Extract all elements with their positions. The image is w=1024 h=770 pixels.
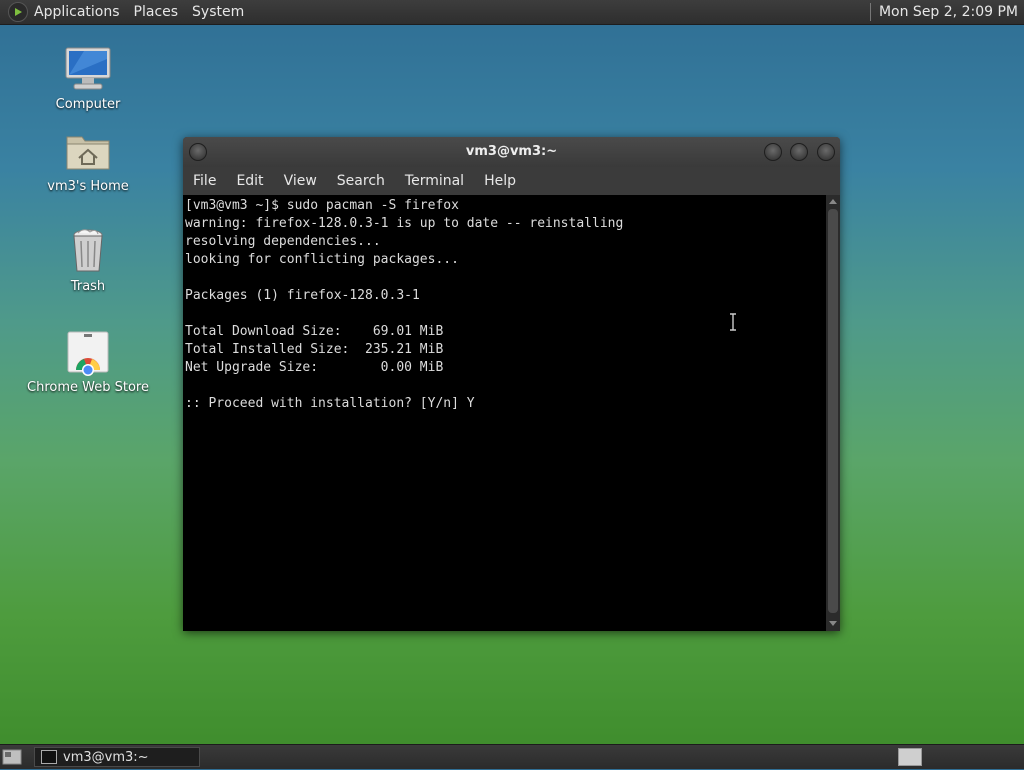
show-desktop-icon[interactable] (2, 748, 22, 766)
terminal-window[interactable]: vm3@vm3:~ File Edit View Search Terminal… (183, 137, 840, 631)
menu-applications[interactable]: Applications (34, 4, 128, 20)
menu-file[interactable]: File (183, 173, 226, 189)
close-button[interactable] (817, 143, 835, 161)
scroll-up-icon[interactable] (829, 199, 837, 204)
terminal-line: resolving dependencies... (185, 234, 381, 249)
menu-terminal[interactable]: Terminal (395, 173, 474, 189)
terminal-line: looking for conflicting packages... (185, 252, 459, 267)
text-cursor-icon (729, 313, 737, 331)
desktop-icon-computer[interactable]: Computer (23, 45, 153, 112)
clock[interactable]: Mon Sep 2, 2:09 PM (879, 4, 1024, 20)
terminal-line: Total Download Size: 69.01 MiB (185, 324, 444, 339)
menu-system[interactable]: System (186, 4, 252, 20)
desktop-icon-trash[interactable]: Trash (23, 227, 153, 294)
top-panel: Applications Places System Mon Sep 2, 2:… (0, 0, 1024, 25)
maximize-button[interactable] (790, 143, 808, 161)
menu-search[interactable]: Search (327, 173, 395, 189)
minimize-button[interactable] (764, 143, 782, 161)
terminal-line: [vm3@vm3 ~]$ sudo pacman -S firefox (185, 198, 459, 213)
home-folder-icon (64, 127, 112, 175)
terminal-output[interactable]: [vm3@vm3 ~]$ sudo pacman -S firefox warn… (183, 195, 826, 631)
trash-icon (64, 227, 112, 275)
computer-icon (64, 45, 112, 93)
menu-help[interactable]: Help (474, 173, 526, 189)
desktop-icon-label: Chrome Web Store (27, 380, 149, 395)
terminal-scrollbar[interactable] (826, 195, 840, 631)
menu-view[interactable]: View (274, 173, 327, 189)
terminal-line: warning: firefox-128.0.3-1 is up to date… (185, 216, 624, 231)
terminal-menubar: File Edit View Search Terminal Help (183, 167, 840, 195)
desktop-icon-chrome-web-store[interactable]: Chrome Web Store (23, 328, 153, 395)
terminal-line: :: Proceed with installation? [Y/n] Y (185, 396, 475, 411)
terminal-line: Packages (1) firefox-128.0.3-1 (185, 288, 420, 303)
terminal-line: Total Installed Size: 235.21 MiB (185, 342, 444, 357)
desktop-icon-home[interactable]: vm3's Home (23, 127, 153, 194)
scroll-down-icon[interactable] (829, 621, 837, 626)
desktop-icon-label: Computer (55, 97, 121, 112)
applications-logo-icon[interactable] (8, 2, 28, 22)
workspace-switcher[interactable] (898, 748, 922, 766)
terminal-icon (41, 750, 57, 764)
chrome-web-store-icon (64, 328, 112, 376)
taskbar-window-label: vm3@vm3:~ (63, 749, 149, 765)
window-title: vm3@vm3:~ (465, 144, 558, 159)
menu-places[interactable]: Places (128, 4, 187, 20)
terminal-line: Net Upgrade Size: 0.00 MiB (185, 360, 444, 375)
window-titlebar[interactable]: vm3@vm3:~ (183, 137, 840, 167)
desktop-icon-label: vm3's Home (47, 179, 129, 194)
desktop-icon-label: Trash (70, 279, 106, 294)
taskbar-window-button[interactable]: vm3@vm3:~ (34, 747, 200, 767)
menu-edit[interactable]: Edit (226, 173, 273, 189)
panel-separator (869, 3, 871, 21)
bottom-panel: vm3@vm3:~ (0, 744, 1024, 769)
scrollbar-thumb[interactable] (828, 209, 838, 613)
